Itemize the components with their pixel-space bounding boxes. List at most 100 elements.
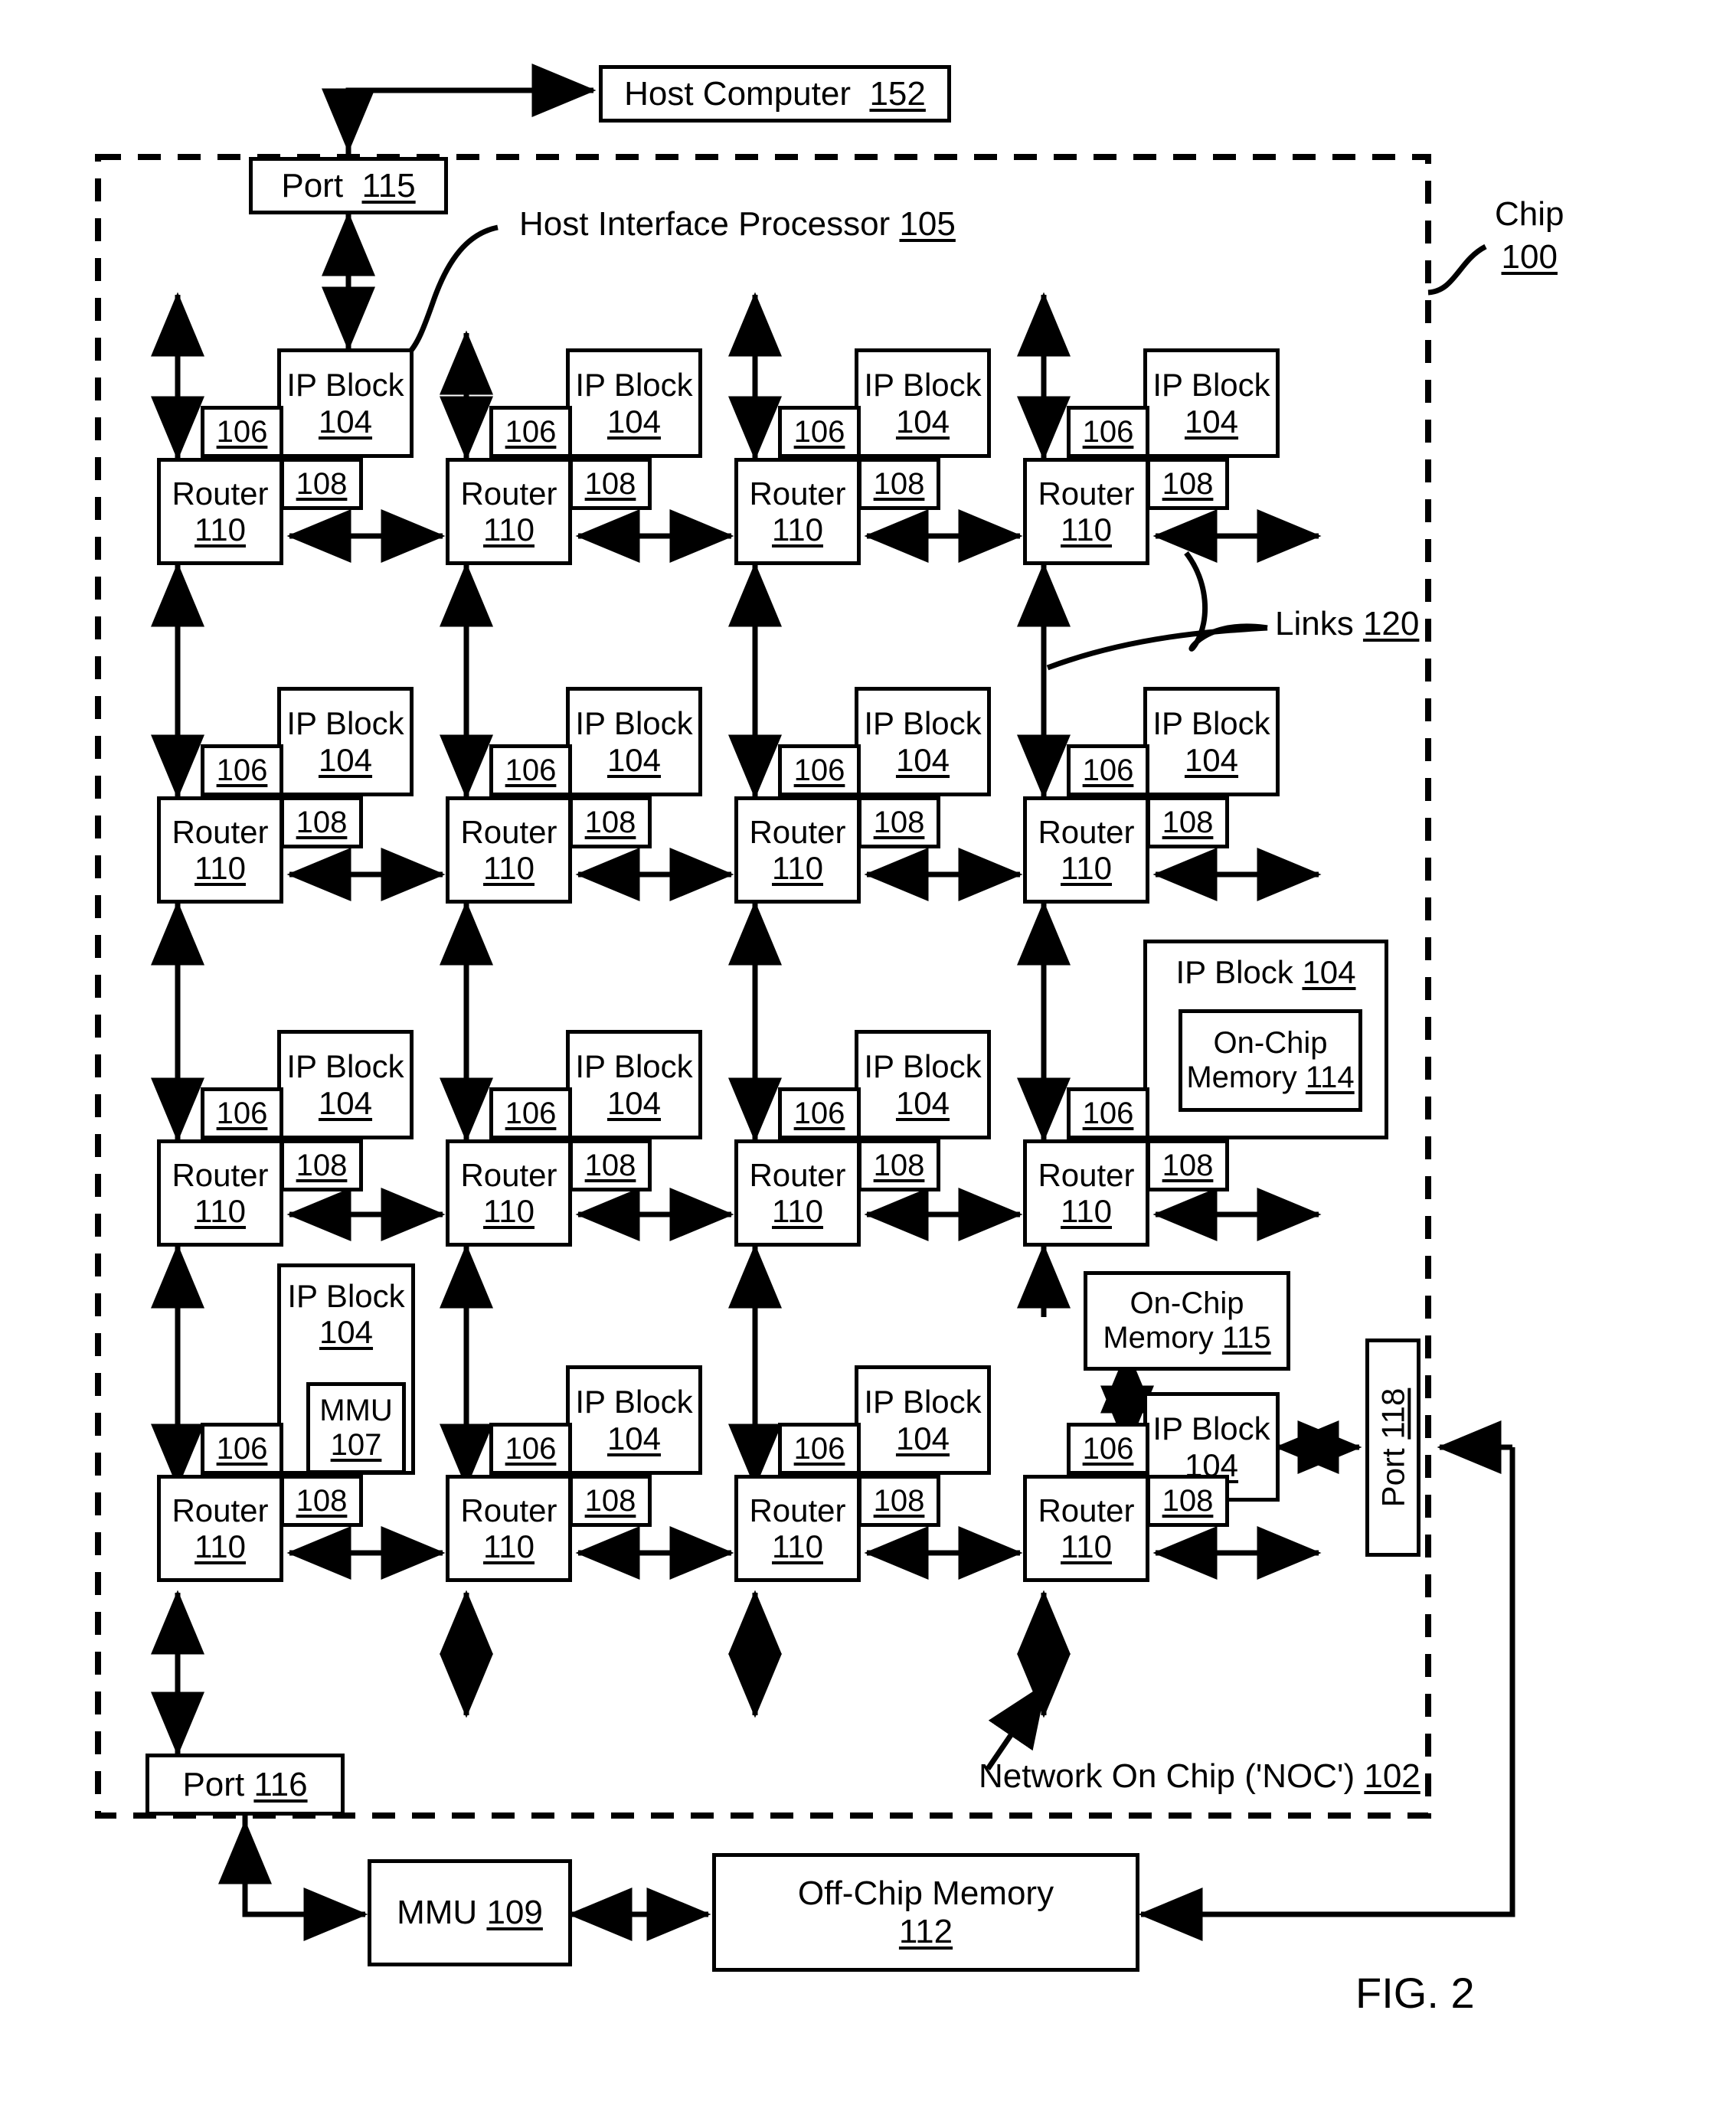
ip-block-r2c2: IP Block 104 bbox=[566, 687, 702, 796]
router-num: 110 bbox=[483, 512, 535, 547]
ip-block-label: IP Block bbox=[287, 1278, 405, 1314]
ip-block-num: 104 bbox=[895, 1420, 950, 1456]
router-num: 110 bbox=[195, 1193, 246, 1229]
network-iface-ctrl-r2c4: 108 bbox=[1146, 796, 1229, 848]
network-iface-ctrl-r1c2: 108 bbox=[569, 458, 652, 510]
mem-comm-ctrl-r4c1: 106 bbox=[201, 1423, 283, 1475]
ip-block-label: IP Block bbox=[864, 1384, 982, 1420]
off-chip-memory-label: Off-Chip Memory bbox=[797, 1875, 1054, 1913]
mem-comm-ctrl-r3c4: 106 bbox=[1067, 1087, 1149, 1139]
on-chip-memory-115-line1: On-Chip bbox=[1130, 1286, 1244, 1321]
router-label: Router bbox=[749, 1492, 846, 1528]
mem-comm-ctrl-r2c2: 106 bbox=[489, 744, 572, 796]
router-r4c4: Router 110 bbox=[1023, 1475, 1149, 1582]
router-num: 110 bbox=[1061, 1193, 1112, 1229]
port-116-label: Port 116 bbox=[182, 1765, 308, 1803]
ip-block-r2c3: IP Block 104 bbox=[855, 687, 991, 796]
router-num: 110 bbox=[1061, 1528, 1112, 1564]
router-r1c1: Router 110 bbox=[157, 458, 283, 565]
ip-block-num: 104 bbox=[1184, 741, 1239, 778]
off-chip-memory-num: 112 bbox=[898, 1912, 953, 1950]
ip-block-label: IP Block bbox=[864, 705, 982, 742]
network-iface-ctrl-r4c2: 108 bbox=[569, 1475, 652, 1527]
router-label: Router bbox=[172, 1156, 269, 1193]
mem-comm-ctrl-r1c2: 106 bbox=[489, 406, 572, 458]
noc-label: Network On Chip ('NOC') 102 bbox=[979, 1757, 1421, 1795]
network-iface-ctrl-r4c1: 108 bbox=[280, 1475, 363, 1527]
mmu-107-box: MMU 107 bbox=[306, 1382, 406, 1474]
router-num: 110 bbox=[483, 1528, 535, 1564]
ip-block-num: 104 bbox=[895, 403, 950, 440]
ip-block-r1c3: IP Block 104 bbox=[855, 348, 991, 458]
router-num: 110 bbox=[772, 850, 823, 886]
ip-block-num: 104 bbox=[606, 1084, 662, 1121]
host-computer-box: Host Computer 152 bbox=[599, 65, 951, 123]
ip-block-label: IP Block bbox=[575, 1384, 693, 1420]
router-r2c4: Router 110 bbox=[1023, 796, 1149, 904]
ip-block-label: IP Block bbox=[1152, 1410, 1270, 1447]
ip-block-r1c4: IP Block 104 bbox=[1143, 348, 1280, 458]
ip-block-label: IP Block bbox=[864, 1048, 982, 1085]
router-label: Router bbox=[460, 475, 557, 512]
mem-comm-ctrl-r2c3: 106 bbox=[778, 744, 861, 796]
mem-comm-ctrl-r3c2: 106 bbox=[489, 1087, 572, 1139]
network-iface-ctrl-r1c3: 108 bbox=[858, 458, 940, 510]
ip-block-num: 104 bbox=[606, 741, 662, 778]
on-chip-memory-114-line2: Memory 114 bbox=[1186, 1061, 1355, 1094]
mem-comm-ctrl-r3c1: 106 bbox=[201, 1087, 283, 1139]
ip-block-r2c1: IP Block 104 bbox=[277, 687, 414, 796]
router-label: Router bbox=[460, 813, 557, 850]
off-chip-memory-box: Off-Chip Memory 112 bbox=[712, 1853, 1139, 1972]
router-num: 110 bbox=[1061, 512, 1112, 547]
ip-block-num: 104 bbox=[895, 741, 950, 778]
ip-block-r3c1: IP Block 104 bbox=[277, 1030, 414, 1139]
host-interface-processor-label: Host Interface Processor 105 bbox=[519, 205, 956, 243]
router-r3c4: Router 110 bbox=[1023, 1139, 1149, 1247]
router-r4c1: Router 110 bbox=[157, 1475, 283, 1582]
router-r2c1: Router 110 bbox=[157, 796, 283, 904]
mem-comm-ctrl-r1c4: 106 bbox=[1067, 406, 1149, 458]
chip-label: Chip 100 bbox=[1495, 195, 1564, 276]
network-iface-ctrl-r2c2: 108 bbox=[569, 796, 652, 848]
port-118-label: Port 118 bbox=[1375, 1388, 1411, 1508]
ip-block-r4c3: IP Block 104 bbox=[855, 1365, 991, 1475]
on-chip-memory-115-box: On-Chip Memory 115 bbox=[1084, 1271, 1290, 1371]
router-num: 110 bbox=[483, 850, 535, 886]
ip-block-r3c2: IP Block 104 bbox=[566, 1030, 702, 1139]
ip-block-r1c2: IP Block 104 bbox=[566, 348, 702, 458]
ip-block-num: 104 bbox=[895, 1084, 950, 1121]
mmu-109-label: MMU 109 bbox=[397, 1894, 543, 1932]
ip-block-label: IP Block bbox=[575, 1048, 693, 1085]
router-num: 110 bbox=[772, 1193, 823, 1229]
router-label: Router bbox=[172, 813, 269, 850]
router-num: 110 bbox=[483, 1193, 535, 1229]
ip-block-num: 104 bbox=[606, 403, 662, 440]
mem-comm-ctrl-r1c1: 106 bbox=[201, 406, 283, 458]
mem-comm-ctrl-r4c4: 106 bbox=[1067, 1423, 1149, 1475]
router-num: 110 bbox=[1061, 850, 1112, 886]
on-chip-memory-114-box: On-Chip Memory 114 bbox=[1179, 1009, 1362, 1112]
ip-block-num: 104 bbox=[1184, 403, 1239, 440]
router-r2c2: Router 110 bbox=[446, 796, 572, 904]
mem-comm-ctrl-r4c2: 106 bbox=[489, 1423, 572, 1475]
ip-block-104-label: IP Block 104 bbox=[1175, 954, 1356, 990]
host-computer-label: Host Computer 152 bbox=[624, 74, 926, 113]
network-iface-ctrl-r3c2: 108 bbox=[569, 1139, 652, 1191]
router-r1c4: Router 110 bbox=[1023, 458, 1149, 565]
router-label: Router bbox=[1038, 1492, 1135, 1528]
ip-block-num: 104 bbox=[318, 1084, 373, 1121]
router-r4c2: Router 110 bbox=[446, 1475, 572, 1582]
ip-block-label: IP Block bbox=[286, 367, 404, 404]
network-iface-ctrl-r3c1: 108 bbox=[280, 1139, 363, 1191]
ip-block-r2c4: IP Block 104 bbox=[1143, 687, 1280, 796]
router-r3c2: Router 110 bbox=[446, 1139, 572, 1247]
ip-block-num: 104 bbox=[318, 741, 373, 778]
mem-comm-ctrl-r2c4: 106 bbox=[1067, 744, 1149, 796]
ip-block-r3c3: IP Block 104 bbox=[855, 1030, 991, 1139]
router-label: Router bbox=[749, 813, 846, 850]
router-num: 110 bbox=[195, 1528, 246, 1564]
router-num: 110 bbox=[772, 512, 823, 547]
network-iface-ctrl-r2c1: 108 bbox=[280, 796, 363, 848]
router-label: Router bbox=[1038, 475, 1135, 512]
mem-comm-ctrl-r1c3: 106 bbox=[778, 406, 861, 458]
